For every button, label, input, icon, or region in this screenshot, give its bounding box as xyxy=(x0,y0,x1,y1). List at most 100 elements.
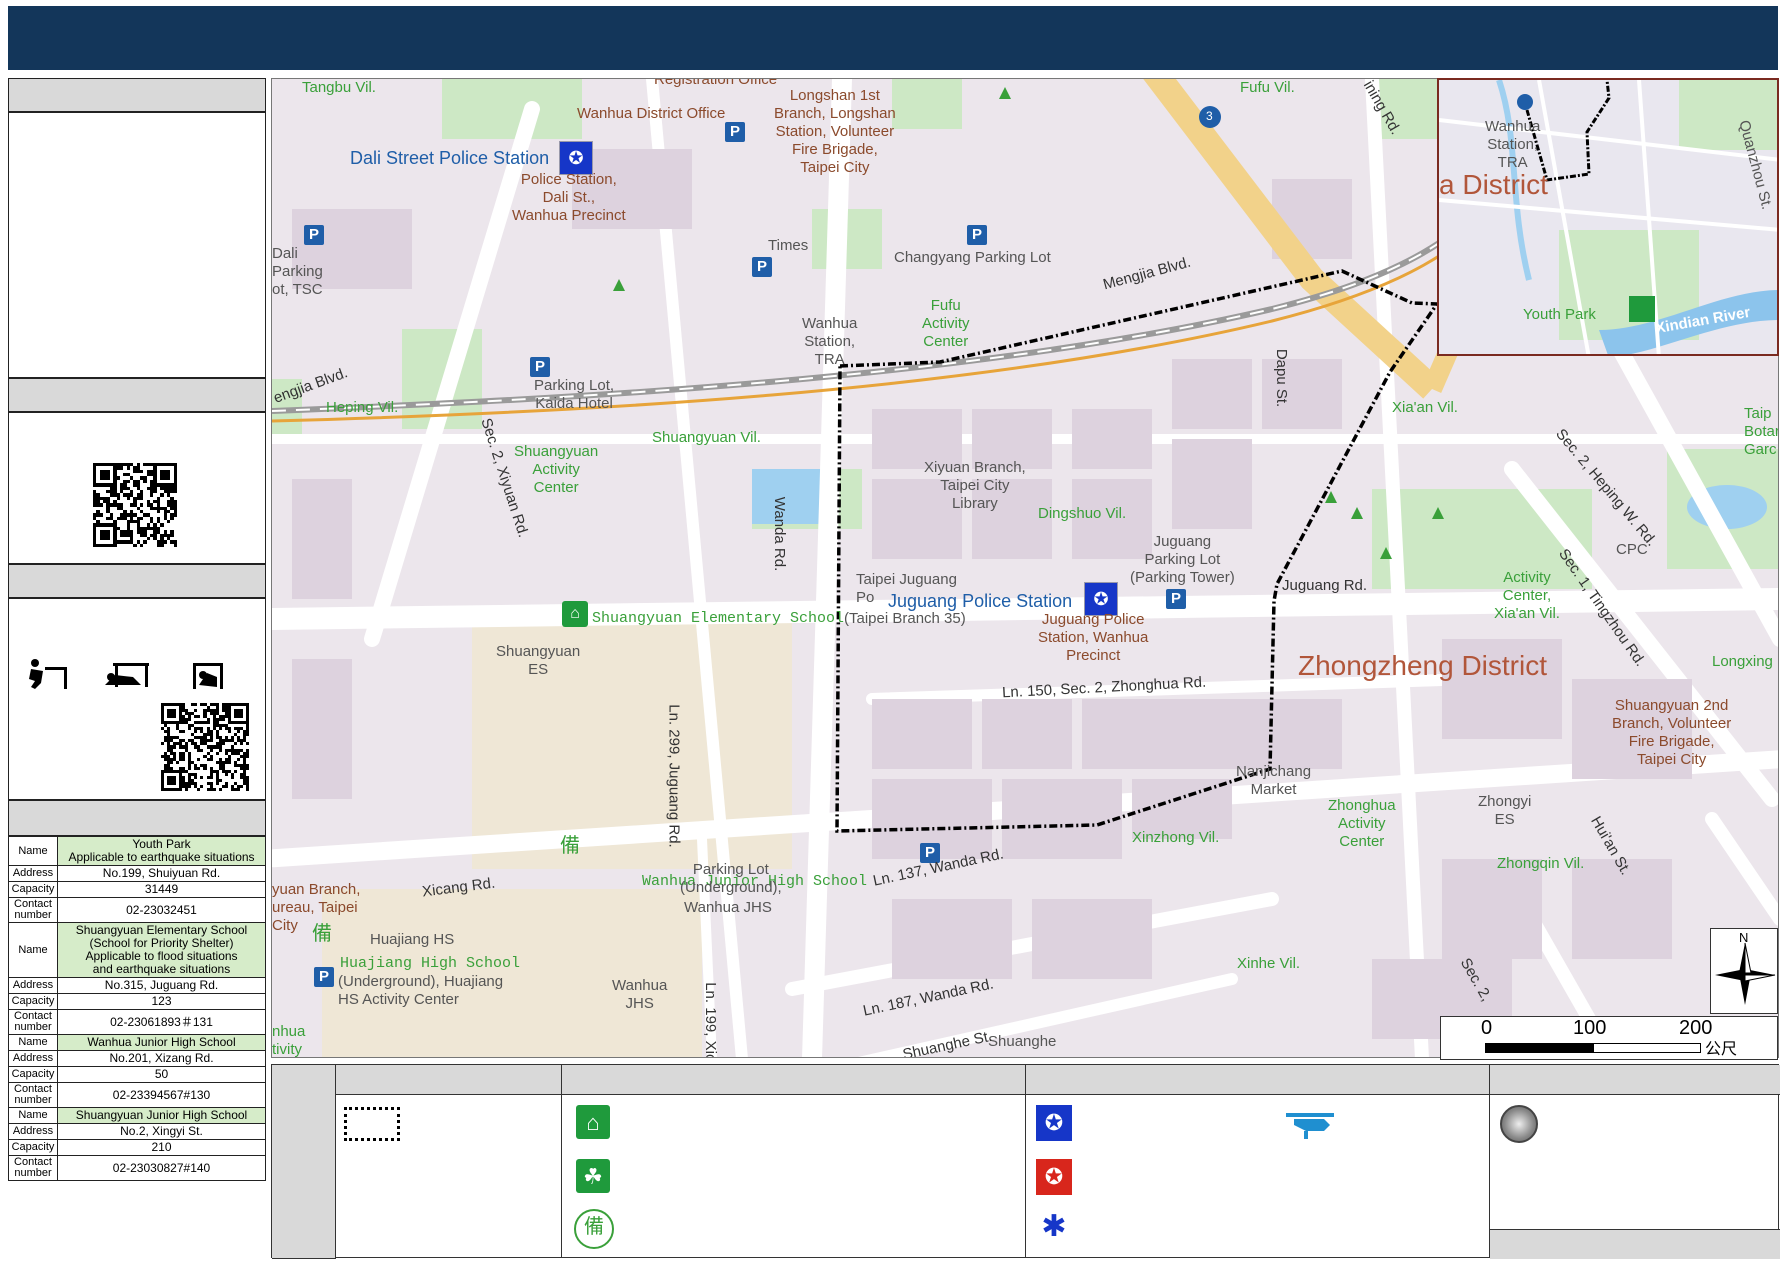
village-label: Xinzhong Vil. xyxy=(1132,829,1220,846)
poi-label: Dali Street Police Station xyxy=(350,148,550,168)
shelter-field-label: Address xyxy=(8,1050,58,1067)
shelter-field-label: Capacity xyxy=(8,1139,58,1156)
left-header-4 xyxy=(8,800,266,836)
legend-col-3 xyxy=(1026,1095,1490,1257)
village-label: Tangbu Vil. xyxy=(302,79,376,96)
parking-icon[interactable]: P xyxy=(304,225,324,245)
road-label: Ln. 299, Juguang Rd. xyxy=(665,704,683,848)
helicopter-icon xyxy=(1286,1113,1334,1139)
shelter-field-label: Contact number xyxy=(8,1155,58,1181)
village-label: Zhongqin Vil. xyxy=(1497,855,1585,872)
shelter-field-label: Name xyxy=(8,1034,58,1051)
table-row: Capacity 31449 xyxy=(8,881,266,898)
shelter-field-label: Capacity xyxy=(8,881,58,898)
shelter-field-value: Wanhua Junior High School xyxy=(57,1034,266,1051)
inset-label: Wanhua Station, TRA xyxy=(1485,118,1541,171)
poi-label: Huajiang High School xyxy=(340,955,521,972)
scale-unit: 公尺 xyxy=(1705,1041,1738,1058)
poi-label: Shuangyuan Elementary School xyxy=(592,610,845,627)
poi-label: Registration Office xyxy=(654,78,778,88)
shelter-field-value: 02-23061893＃131 xyxy=(57,1009,266,1035)
shelter-field-value: No.315, Juguang Rd. xyxy=(57,977,266,994)
poi-label: nhua tivity xyxy=(272,1023,306,1058)
cover-icon xyxy=(105,663,149,687)
village-label: Shuangyuan Vil. xyxy=(652,429,761,446)
qr-code[interactable] xyxy=(93,463,177,547)
hold-icon xyxy=(193,663,223,689)
shelter-table: Name Youth Park Applicable to earthquake … xyxy=(8,836,266,1181)
qr-code-2[interactable] xyxy=(161,703,249,791)
parking-icon[interactable]: P xyxy=(314,967,334,987)
legend: ⌂ ☘ 備 ✪ ✪ ✱ xyxy=(271,1064,1780,1259)
shelter-field-label: Address xyxy=(8,865,58,882)
poi-label: Police Station, Dali St., Wanhua Precinc… xyxy=(512,171,626,224)
drop-cover-hold-icons xyxy=(29,659,223,689)
poi-label: Wanhua Station, TRA xyxy=(802,315,858,368)
shelter-field-value: Shuangyuan Junior High School xyxy=(57,1107,266,1124)
table-row: Capacity 50 xyxy=(8,1066,266,1083)
shelter-field-label: Name xyxy=(8,922,58,978)
shelter-field-value: 31449 xyxy=(57,881,266,898)
shelter-field-value: 02-23030827#140 xyxy=(57,1155,266,1181)
reserve-icon: 備 xyxy=(574,1209,614,1249)
table-row: Address No.201, Xizang Rd. xyxy=(8,1050,266,1067)
shelter-field-value: 02-23032451 xyxy=(57,897,266,923)
poi-label: (Underground), Huajiang HS Activity Cent… xyxy=(338,973,504,1008)
parking-icon[interactable]: P xyxy=(725,122,745,142)
road-label: Wanda Rd. xyxy=(771,496,789,572)
poi-label: Taip Botar Garc xyxy=(1744,405,1779,458)
police-icon: ✪ xyxy=(1036,1105,1072,1141)
parking-icon[interactable]: P xyxy=(530,357,550,377)
poi-label: Parking Lot (Underground), xyxy=(680,861,782,896)
shelter-field-label: Capacity xyxy=(8,1066,58,1083)
shelter-field-label: Name xyxy=(8,836,58,866)
poi-label: Shuangyuan ES xyxy=(496,643,581,678)
left-box-qr xyxy=(8,412,266,564)
poi-label: Zhongyi ES xyxy=(1478,793,1532,828)
boundary-icon xyxy=(344,1107,400,1141)
drop-icon xyxy=(29,659,67,689)
shelter-field-value: Youth Park Applicable to earthquake situ… xyxy=(57,836,266,866)
scale-tick: 200 xyxy=(1679,1017,1713,1039)
shelter-field-value: No.2, Xingyi St. xyxy=(57,1123,266,1140)
inset-label: Youth Park xyxy=(1523,306,1596,323)
shelter-icon[interactable]: ⌂ xyxy=(562,601,588,627)
table-row: Contact number 02-23032451 xyxy=(8,897,266,923)
gathering-point-icon xyxy=(1500,1105,1538,1143)
table-row: Contact number 02-23030827#140 xyxy=(8,1155,266,1181)
poi-label: Xiyuan Branch, Taipei City Library xyxy=(924,459,1026,512)
left-header-2 xyxy=(8,378,266,412)
parking-icon[interactable]: P xyxy=(752,257,772,277)
shelter-field-value: 123 xyxy=(57,993,266,1010)
village-label: Heping Vil. xyxy=(326,399,399,416)
road-label: Ln. 199, Xica xyxy=(701,982,719,1058)
table-row: Name Youth Park Applicable to earthquake … xyxy=(8,836,266,866)
shelter-field-label: Contact number xyxy=(8,897,58,923)
shelter-field-label: Name xyxy=(8,1107,58,1124)
parking-icon[interactable]: P xyxy=(967,225,987,245)
poi-label: Longxing xyxy=(1712,653,1773,670)
parking-icon[interactable]: P xyxy=(1166,589,1186,609)
legend-header-2 xyxy=(562,1065,1026,1095)
legend-col-2 xyxy=(562,1095,1026,1257)
poi-label: Shuangyuan Activity Center xyxy=(514,443,599,496)
reserve-shelter-icon[interactable]: 備 xyxy=(560,836,580,856)
poi-label: Nanjichang Market xyxy=(1236,763,1312,798)
poi-label: Changyang Parking Lot xyxy=(894,249,1051,266)
table-row: Capacity 210 xyxy=(8,1139,266,1156)
police-station-icon[interactable]: ✪ xyxy=(559,141,593,175)
legend-side xyxy=(272,1065,336,1259)
shelter-field-value: 02-23394567#130 xyxy=(57,1082,266,1108)
poi-label: Dali Parking ot, TSC xyxy=(272,245,323,298)
poi-label: Activity Center, Xia'an Vil. xyxy=(1494,569,1560,622)
road-label: Juguang Rd. xyxy=(1282,577,1368,594)
reserve-shelter-icon[interactable]: 備 xyxy=(312,924,332,944)
scale-bar: 0 100 200 公尺 xyxy=(1440,1016,1778,1060)
shelter-field-value: No.199, Shuiyuan Rd. xyxy=(57,865,266,882)
inset-map[interactable]: Wanhua Station, TRA a District Youth Par… xyxy=(1437,78,1779,356)
compass-rose: N xyxy=(1710,928,1778,1014)
fire-icon: ✪ xyxy=(1036,1159,1072,1195)
poi-label: (Taipei Branch 35) xyxy=(844,610,966,627)
village-label: Xia'an Vil. xyxy=(1392,399,1458,416)
shelter-field-label: Address xyxy=(8,1123,58,1140)
